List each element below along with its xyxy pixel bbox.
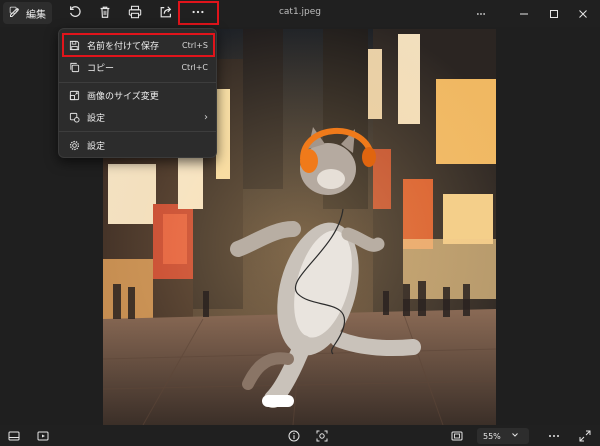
- delete-button[interactable]: [94, 3, 116, 23]
- fit-window-icon: [451, 427, 463, 446]
- close-icon: [578, 4, 588, 23]
- close-button[interactable]: [574, 4, 592, 22]
- menu-separator: [59, 82, 216, 83]
- maximize-icon: [549, 4, 559, 23]
- minimize-icon: [519, 4, 529, 23]
- edit-label: 編集: [26, 9, 46, 21]
- menu-item-copy[interactable]: コピー Ctrl+C: [63, 56, 214, 78]
- visual-search-icon: [316, 427, 328, 446]
- set-as-icon: [63, 106, 85, 128]
- share-button[interactable]: [155, 3, 177, 23]
- expand-icon: [579, 427, 591, 446]
- edit-icon: [9, 6, 21, 21]
- chevron-right-icon: ›: [204, 111, 208, 123]
- maximize-button[interactable]: [545, 4, 563, 22]
- info-icon: [288, 427, 300, 446]
- window-more-button[interactable]: [472, 4, 490, 22]
- edit-button[interactable]: 編集: [3, 2, 52, 24]
- bottom-bar: 55%: [0, 425, 600, 446]
- copy-icon: [63, 56, 85, 78]
- chevron-down-icon: [511, 431, 519, 441]
- rotate-button[interactable]: [64, 3, 86, 23]
- menu-item-settings[interactable]: 設定: [63, 134, 214, 156]
- zoom-value: 55%: [483, 431, 501, 441]
- fit-to-window-button[interactable]: [449, 428, 465, 444]
- save-as-highlight: [62, 33, 215, 57]
- menu-separator: [59, 131, 216, 132]
- slideshow-button[interactable]: [35, 428, 51, 444]
- share-icon: [159, 4, 173, 23]
- more-icon: [476, 4, 486, 23]
- rotate-icon: [68, 4, 82, 23]
- fullscreen-button[interactable]: [577, 428, 593, 444]
- menu-item-shortcut: Ctrl+C: [181, 62, 208, 72]
- resize-icon: [63, 84, 85, 106]
- menu-item-label: 設定: [87, 141, 106, 152]
- slideshow-icon: [37, 427, 49, 446]
- menu-item-label: コピー: [87, 63, 115, 74]
- menu-item-resize[interactable]: 画像のサイズ変更: [63, 84, 214, 106]
- trash-icon: [98, 4, 112, 23]
- print-button[interactable]: [124, 3, 146, 23]
- minimize-button[interactable]: [515, 4, 533, 22]
- menu-item-label: 画像のサイズ変更: [87, 91, 159, 102]
- window-title: cat1.jpeg: [278, 7, 322, 17]
- zoom-dropdown[interactable]: 55%: [477, 428, 529, 444]
- visual-search-button[interactable]: [314, 428, 330, 444]
- filmstrip-icon: [8, 427, 20, 446]
- more-options-menu: 名前を付けて保存 Ctrl+S コピー Ctrl+C 画像のサイズ変更 設定 ›…: [58, 28, 217, 158]
- filmstrip-button[interactable]: [6, 428, 22, 444]
- print-icon: [128, 4, 142, 23]
- gear-icon: [63, 134, 85, 156]
- more-button-highlight: [178, 1, 219, 25]
- info-button[interactable]: [286, 428, 302, 444]
- bottom-more-button[interactable]: [546, 428, 562, 444]
- menu-item-label: 設定: [87, 113, 106, 124]
- title-bar: 編集 cat1.jpeg: [0, 0, 600, 27]
- menu-item-set-as[interactable]: 設定 ›: [63, 106, 214, 128]
- more-icon: [548, 427, 560, 446]
